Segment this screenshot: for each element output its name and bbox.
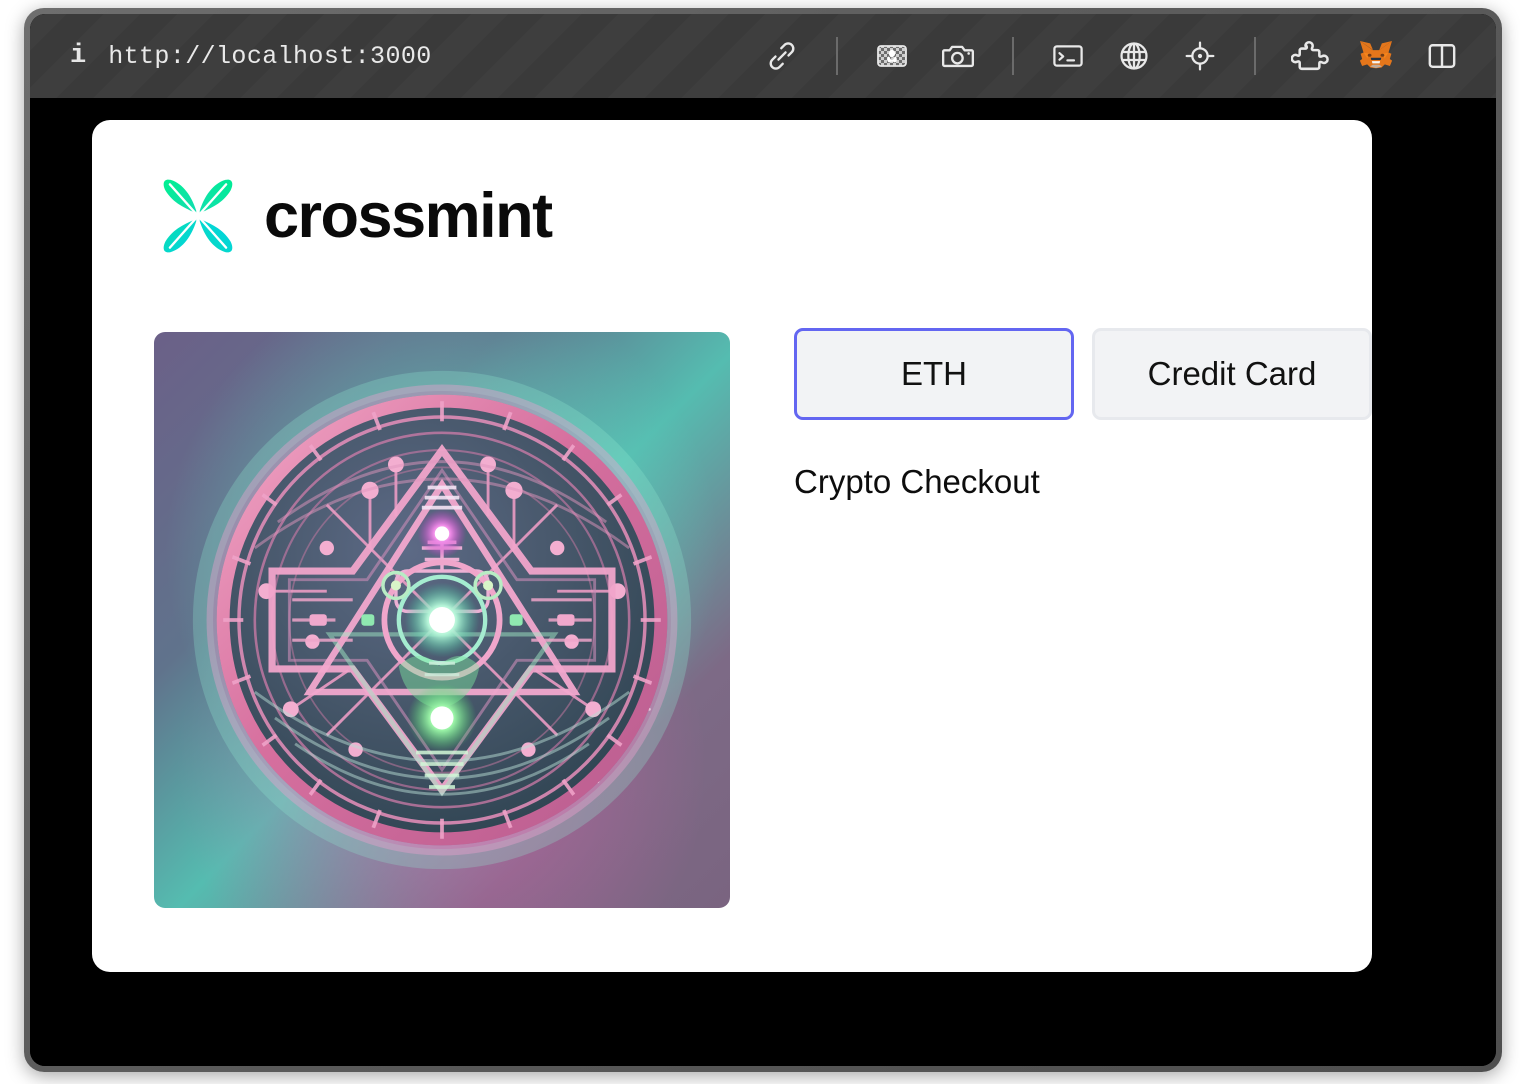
page-body: crossmint ETH Credit Card Crypto Checkou… [30, 98, 1496, 1066]
globe-icon[interactable] [1114, 36, 1154, 76]
info-icon[interactable]: i [70, 42, 86, 70]
brand-header: crossmint [154, 172, 553, 260]
puzzle-piece-icon[interactable] [1290, 36, 1330, 76]
toolbar-divider [1254, 37, 1256, 75]
crosshair-icon[interactable] [1180, 36, 1220, 76]
toolbar-divider [1012, 37, 1014, 75]
checkout-panel: ETH Credit Card Crypto Checkout [794, 328, 1372, 500]
crossmint-leaf-logo-icon [163, 179, 233, 253]
browser-toolbar: i http://localhost:3000 [30, 14, 1496, 98]
nft-artwork-image [154, 332, 730, 908]
url-text[interactable]: http://localhost:3000 [108, 42, 431, 71]
toolbar-icon-group [762, 36, 1496, 76]
browser-window-inner: i http://localhost:3000 crossmint ETH Cr… [30, 14, 1496, 1066]
camera-icon[interactable] [938, 36, 978, 76]
metamask-fox-icon[interactable] [1356, 36, 1396, 76]
terminal-icon[interactable] [1048, 36, 1088, 76]
image-transparency-icon[interactable] [872, 36, 912, 76]
checkout-card: crossmint ETH Credit Card Crypto Checkou… [92, 120, 1372, 972]
nft-artwork [154, 332, 730, 908]
payment-method-row: ETH Credit Card [794, 328, 1372, 420]
browser-window-frame: i http://localhost:3000 crossmint ETH Cr… [24, 8, 1502, 1072]
toolbar-divider [836, 37, 838, 75]
brand-name: crossmint [264, 180, 553, 251]
checkout-section-label: Crypto Checkout [794, 463, 1040, 500]
split-panel-icon[interactable] [1422, 36, 1462, 76]
link-icon[interactable] [762, 36, 802, 76]
payment-method-credit-card-button[interactable]: Credit Card [1092, 328, 1372, 420]
url-zone: i http://localhost:3000 [30, 42, 432, 71]
payment-method-eth-button[interactable]: ETH [794, 328, 1074, 420]
